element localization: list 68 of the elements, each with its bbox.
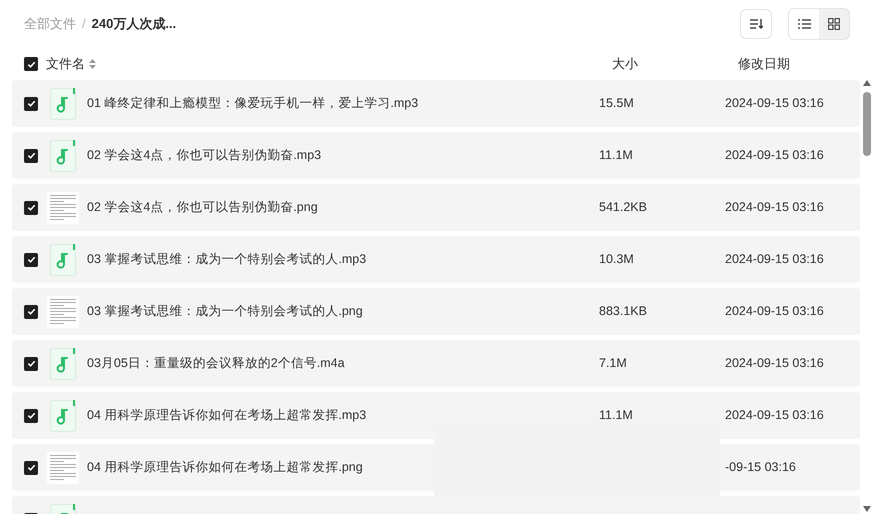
column-header[interactable]: 文件名 — [46, 54, 85, 74]
modified-date: 2024-09-15 03:16 — [725, 407, 824, 424]
file-name: 03月05日：重量级的会议释放的2个信号.m4a — [87, 355, 346, 372]
scroll-down-icon[interactable] — [863, 506, 871, 512]
modified-date: -09-15 03:16 — [725, 459, 796, 476]
checkmark-icon — [26, 151, 36, 160]
modified-date: 2024-09-15 03:16 — [725, 303, 824, 320]
audio-file-icon — [50, 244, 76, 276]
file-name: 01 峰终定律和上瘾模型：像爱玩手机一样，爱上学习.mp3 — [87, 95, 420, 112]
file-row[interactable]: 03 掌握考试思维：成为一个特别会考试的人.mp3 10.3M 2024-09-15 03:16 — [12, 236, 860, 283]
checkbox[interactable] — [24, 252, 38, 266]
scrollbar-thumb[interactable] — [863, 92, 871, 156]
checkbox[interactable] — [24, 57, 38, 71]
file-size: 11.1M — [599, 407, 634, 424]
checkbox[interactable] — [24, 408, 38, 422]
modified-date: 2024-09-15 03:16 — [725, 355, 824, 372]
grid-icon — [828, 18, 840, 30]
checkmark-icon — [26, 60, 36, 68]
file-name: 02 学会这4点，你也可以告别伪勤奋.png — [87, 199, 319, 216]
file-size: 15.5M — [599, 95, 635, 112]
checkbox[interactable] — [24, 148, 38, 162]
audio-file-icon — [50, 400, 76, 432]
list-icon — [798, 19, 810, 29]
checkmark-icon — [26, 99, 36, 108]
modified-date: 2024-09-15 03:16 — [725, 147, 824, 164]
breadcrumb-item[interactable]: 240万人次成... — [92, 14, 176, 34]
modified-date: 2024-09-15 03:16 — [725, 251, 824, 268]
file-size: 7.1M — [599, 355, 628, 372]
file-row[interactable]: 03月05日：重量级的会议释放的2个信号.m4a 7.1M 2024-09-15 03:16 — [12, 340, 860, 387]
sort-icon — [749, 18, 763, 30]
checkbox[interactable] — [24, 200, 38, 214]
file-row[interactable]: 01 峰终定律和上瘾模型：像爱玩手机一样，爱上学习.mp3 15.5M 2024-09-15 03:16 — [12, 80, 860, 127]
checkbox[interactable] — [24, 304, 38, 318]
document-thumbnail-icon — [47, 296, 79, 328]
document-thumbnail-icon — [47, 192, 79, 224]
file-row[interactable]: 02 学会这4点，你也可以告别伪勤奋.png 541.2KB 2024-09-15 03:16 — [12, 184, 860, 231]
modified-date: 2024-09-15 03:16 — [725, 199, 824, 216]
file-name: 02 学会这4点，你也可以告别伪勤奋.mp3 — [87, 147, 322, 164]
grid-view-button[interactable] — [819, 9, 849, 39]
file-name: 04 用科学原理告诉你如何在考场上超常发挥.png — [87, 459, 364, 476]
column-header: 修改日期 — [738, 55, 790, 74]
file-name: 03 掌握考试思维：成为一个特别会考试的人.mp3 — [87, 251, 368, 268]
checkmark-icon — [26, 359, 36, 368]
audio-file-icon — [50, 140, 76, 172]
file-size: 11.1M — [599, 147, 634, 164]
checkbox[interactable] — [24, 460, 38, 474]
file-row[interactable]: 02 学会这4点，你也可以告别伪勤奋.mp3 11.1M 2024-09-15 03:16 — [12, 132, 860, 179]
checkbox[interactable] — [24, 356, 38, 370]
checkmark-icon — [26, 307, 36, 316]
audio-file-icon — [50, 348, 76, 380]
file-size: 10.3M — [599, 251, 635, 268]
file-name: 03 掌握考试思维：成为一个特别会考试的人.png — [87, 303, 364, 320]
modified-date: 2024-09-15 03:16 — [725, 95, 824, 112]
sort-button[interactable] — [740, 9, 772, 39]
document-thumbnail-icon — [47, 452, 79, 484]
scroll-up-icon[interactable] — [863, 80, 871, 86]
breadcrumb-separator: / — [82, 15, 86, 34]
audio-file-icon — [50, 88, 76, 120]
file-row[interactable]: 03 掌握考试思维：成为一个特别会考试的人.png 883.1KB 2024-09-15 03:16 — [12, 288, 860, 335]
file-size: 883.1KB — [599, 303, 648, 320]
checkmark-icon — [26, 463, 36, 472]
file-size: 541.2KB — [599, 199, 648, 216]
checkmark-icon — [26, 203, 36, 212]
file-name: 04 用科学原理告诉你如何在考场上超常发挥.mp3 — [87, 407, 368, 424]
checkmark-icon — [26, 411, 36, 420]
checkmark-icon — [26, 255, 36, 264]
column-header: 大小 — [612, 55, 639, 74]
checkbox[interactable] — [24, 96, 38, 110]
